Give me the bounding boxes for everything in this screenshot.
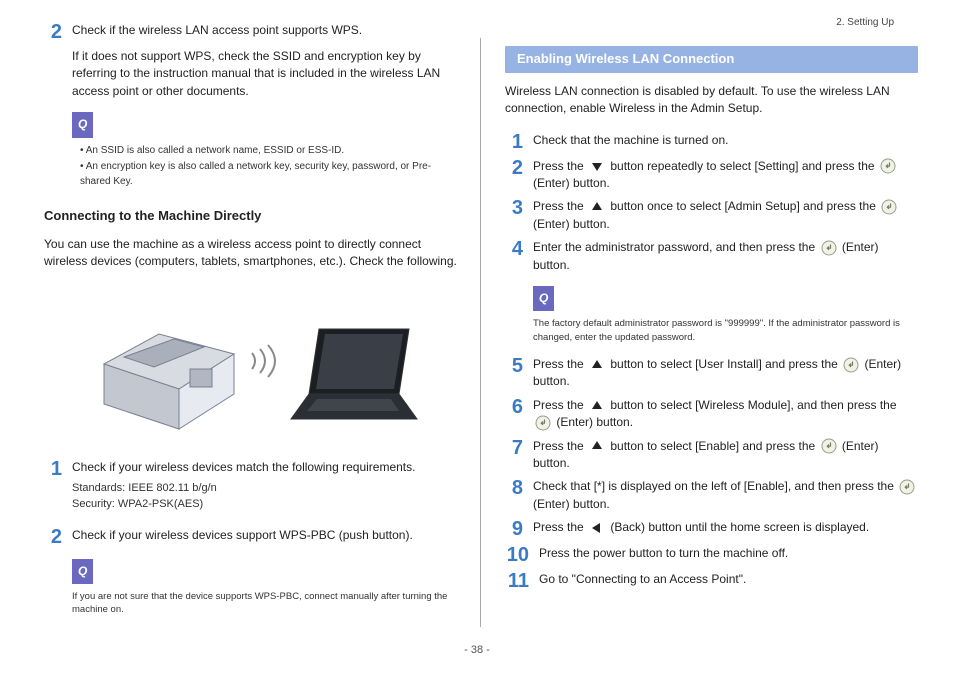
- enable-step-11: 11 Go to "Connecting to an Access Point"…: [505, 571, 918, 591]
- left-column: 2 Check if the wireless LAN access point…: [44, 22, 481, 657]
- section-intro: Wireless LAN connection is disabled by d…: [505, 83, 918, 118]
- enter-button-icon: [880, 158, 896, 174]
- step-text: Enter the administrator password, and th…: [533, 239, 918, 274]
- enable-step-1: 1 Check that the machine is turned on.: [505, 132, 918, 152]
- enable-step-5: 5 Press the button to select [User Insta…: [505, 356, 918, 391]
- enter-button-icon: [535, 415, 551, 431]
- printer-laptop-figure: [44, 289, 457, 439]
- up-arrow-icon: [589, 398, 605, 414]
- enter-button-icon: [821, 240, 837, 256]
- step-text: Check that [*] is displayed on the left …: [533, 478, 918, 513]
- spec-security: Security: WPA2-PSK(AES): [72, 497, 457, 513]
- step-number: 6: [505, 397, 523, 432]
- step-text: Press the button repeatedly to select [S…: [533, 158, 918, 193]
- bullet-item: An SSID is also called a network name, E…: [80, 144, 457, 159]
- enable-step-7: 7 Press the button to select [Enable] an…: [505, 438, 918, 473]
- specs-list: Standards: IEEE 802.11 b/g/n Security: W…: [72, 481, 457, 513]
- memo-bullets: An SSID is also called a network name, E…: [80, 144, 457, 190]
- step-number: 11: [505, 571, 529, 591]
- section-title-bar: Enabling Wireless LAN Connection: [505, 46, 918, 73]
- step-text: Press the button to select [Enable] and …: [533, 438, 918, 473]
- up-arrow-icon: [589, 199, 605, 215]
- step-text: Press the button to select [Wireless Mod…: [533, 397, 918, 432]
- memo-icon: Q: [533, 286, 554, 311]
- enable-step-10: 10 Press the power button to turn the ma…: [505, 545, 918, 565]
- step-number: 8: [505, 478, 523, 513]
- step-number: 2: [44, 527, 62, 547]
- step-number: 2: [505, 158, 523, 193]
- enable-step-4: 4 Enter the administrator password, and …: [505, 239, 918, 274]
- step-number: 1: [505, 132, 523, 152]
- direct-step-1: 1 Check if your wireless devices match t…: [44, 459, 457, 479]
- enable-step-2: 2 Press the button repeatedly to select …: [505, 158, 918, 193]
- memo-icon: Q: [72, 559, 93, 584]
- step-text: Check if the wireless LAN access point s…: [72, 22, 457, 42]
- memo-default-password: The factory default administrator passwo…: [533, 317, 918, 344]
- right-column: Enabling Wireless LAN Connection Wireles…: [481, 22, 918, 657]
- enable-step-3: 3 Press the button once to select [Admin…: [505, 198, 918, 233]
- step-text: Check that the machine is turned on.: [533, 132, 918, 152]
- step-text: Press the power button to turn the machi…: [539, 545, 918, 565]
- up-arrow-icon: [589, 438, 605, 454]
- enable-step-9: 9 Press the (Back) button until the home…: [505, 519, 918, 539]
- step-text: Press the button to select [User Install…: [533, 356, 918, 391]
- step-text: Press the button once to select [Admin S…: [533, 198, 918, 233]
- enter-button-icon: [821, 438, 837, 454]
- spec-standards: Standards: IEEE 802.11 b/g/n: [72, 481, 457, 497]
- bullet-item: An encryption key is also called a netwo…: [80, 160, 457, 189]
- enable-step-6: 6 Press the button to select [Wireless M…: [505, 397, 918, 432]
- step-number: 3: [505, 198, 523, 233]
- step-number: 9: [505, 519, 523, 539]
- step-number: 1: [44, 459, 62, 479]
- step-number: 5: [505, 356, 523, 391]
- memo-pbc: If you are not sure that the device supp…: [72, 590, 457, 617]
- step-detail: If it does not support WPS, check the SS…: [72, 48, 457, 100]
- step-text: Press the (Back) button until the home s…: [533, 519, 918, 539]
- enter-button-icon: [881, 199, 897, 215]
- subheading-direct: Connecting to the Machine Directly: [44, 207, 457, 226]
- step-number: 4: [505, 239, 523, 274]
- step-number: 10: [505, 545, 529, 565]
- enable-step-8: 8 Check that [*] is displayed on the lef…: [505, 478, 918, 513]
- enter-button-icon: [899, 479, 915, 495]
- step-text: Go to "Connecting to an Access Point".: [539, 571, 918, 591]
- left-arrow-icon: [589, 520, 605, 536]
- subhead-body: You can use the machine as a wireless ac…: [44, 236, 457, 271]
- memo-icon: Q: [72, 112, 93, 137]
- down-arrow-icon: [589, 158, 605, 174]
- step-number: 2: [44, 22, 62, 42]
- wps-step-2: 2 Check if the wireless LAN access point…: [44, 22, 457, 42]
- step-text: Check if your wireless devices support W…: [72, 527, 457, 547]
- up-arrow-icon: [589, 357, 605, 373]
- enter-button-icon: [843, 357, 859, 373]
- step-number: 7: [505, 438, 523, 473]
- direct-step-2: 2 Check if your wireless devices support…: [44, 527, 457, 547]
- step-text: Check if your wireless devices match the…: [72, 459, 457, 479]
- page-number: - 38 -: [0, 643, 954, 659]
